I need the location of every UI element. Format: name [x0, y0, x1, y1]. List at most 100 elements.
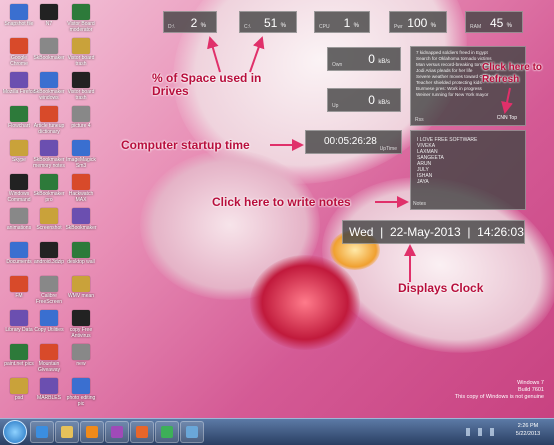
download-unit: kB/s	[378, 59, 390, 65]
rss-item[interactable]: Weiner running for New York mayor	[416, 92, 522, 98]
c-drive-widget: 51 % C:\	[239, 11, 297, 33]
desktop-icon[interactable]: new	[64, 344, 98, 367]
desktop-icon[interactable]: SkBookmaker windows	[32, 72, 66, 101]
desktop-icon[interactable]: desktop wall	[64, 242, 98, 265]
desktop-icon-image	[40, 242, 58, 258]
upload-label: Up	[332, 103, 339, 109]
c-drive-label: C:\	[244, 24, 251, 30]
rss-refresh-button[interactable]: CNN Top	[495, 114, 519, 122]
download-value: 0	[368, 52, 375, 66]
desktop-icon-image	[40, 276, 58, 292]
desktop-icon[interactable]: Vistor board trash	[64, 72, 98, 101]
desktop-icon[interactable]: Skype	[2, 140, 36, 163]
desktop-icon-label: Vistor board trash	[67, 89, 95, 101]
annotation-clock: Displays Clock	[398, 281, 484, 295]
taskbar-app[interactable]	[105, 421, 129, 443]
desktop-icon[interactable]: Documents	[2, 242, 36, 265]
taskbar-media[interactable]	[80, 421, 104, 443]
taskbar-explorer[interactable]	[55, 421, 79, 443]
desktop-icon[interactable]: Article tuneup dictionary	[32, 106, 66, 135]
desktop-icon[interactable]: paint.net pics	[2, 344, 36, 367]
taskbar-firefox[interactable]	[130, 421, 154, 443]
cpu-widget: 1 % CPU	[314, 11, 370, 33]
window-icon	[186, 426, 198, 438]
c-drive-unit: %	[280, 23, 286, 29]
desktop-icon-image	[72, 310, 90, 326]
watermark-line1: Windows 7	[517, 380, 544, 386]
desktop-icon-image	[10, 344, 28, 360]
desktop-icon[interactable]: Snapshot file	[2, 4, 36, 27]
taskbar-chrome[interactable]	[155, 421, 179, 443]
desktop-icon[interactable]: ImageMagick Sm3	[64, 140, 98, 169]
desktop-icon[interactable]: Copy Utilities	[32, 310, 66, 333]
tray-date: 5/22/2013	[515, 431, 541, 437]
desktop-icon[interactable]: Hackwatch MAX	[64, 174, 98, 203]
desktop-icon-image	[10, 242, 28, 258]
ram-value: 45	[489, 16, 504, 30]
desktop-icon-image	[10, 72, 28, 88]
desktop-icon-label: android.3dzip	[33, 259, 65, 265]
desktop-icon[interactable]: Windows Command	[2, 174, 36, 203]
desktop: Snapshot file N7 Vistor Board moderator Goo…	[0, 0, 554, 444]
desktop-icon-label: SkBookmaker memory notes	[33, 157, 65, 169]
desktop-icon[interactable]: WMV mean	[64, 276, 98, 299]
tray-icons[interactable]	[466, 428, 506, 436]
desktop-icon-label: Hackwatch MAX	[68, 191, 94, 203]
clock-separator: |	[376, 225, 387, 239]
notes-line: JAYA	[417, 179, 429, 185]
desktop-icon[interactable]: Flowchart	[2, 106, 36, 129]
desktop-icon-label: Snapshot file	[4, 21, 34, 27]
desktop-icon-label: Skype	[12, 157, 26, 163]
desktop-icon-label: WMV mean	[67, 293, 95, 299]
desktop-icon-label: animations	[6, 225, 32, 231]
desktop-icon-image	[10, 310, 28, 326]
desktop-icon-image	[40, 208, 58, 224]
desktop-icon-image	[10, 276, 28, 292]
desktop-icon[interactable]: Vistor board trash	[64, 38, 98, 67]
desktop-icon[interactable]: SkBookmaker pro	[32, 174, 66, 203]
desktop-icon-image	[10, 106, 28, 122]
chrome-icon	[161, 426, 173, 438]
firefox-icon	[136, 426, 148, 438]
desktop-icon[interactable]: Library Data	[2, 310, 36, 333]
desktop-icon[interactable]: Screenshot	[32, 208, 66, 231]
desktop-icon[interactable]: animations	[2, 208, 36, 231]
desktop-icon-label: SkBookmaker pro	[33, 191, 65, 203]
desktop-icon[interactable]: Vistor Board moderator	[64, 4, 98, 33]
desktop-icon[interactable]: N7	[32, 4, 66, 27]
desktop-icon[interactable]: copy Free Antivirus	[64, 310, 98, 339]
desktop-icon[interactable]: SkBookmaker	[32, 38, 66, 61]
clock-day: Wed	[349, 225, 374, 239]
desktop-icon[interactable]: SkBookmaker	[64, 208, 98, 231]
taskbar-ie[interactable]	[30, 421, 54, 443]
cpu-unit: %	[353, 23, 359, 29]
desktop-icon-label: Library Data	[5, 327, 33, 333]
desktop-icon[interactable]: photo editing pic	[64, 378, 98, 407]
desktop-icon-label: Calibre FreeScreen	[35, 293, 63, 305]
desktop-icon[interactable]: android.3dzip	[32, 242, 66, 265]
desktop-icon[interactable]: Mountain Giveaway	[32, 344, 66, 373]
desktop-icon[interactable]: picture 4	[64, 106, 98, 129]
tray-clock[interactable]: 2:26 PM 5/22/2013	[510, 422, 546, 438]
notes-text[interactable]: I LOVE FREE SOFTWARE VIVEKA LAXMAN SANGEETA…	[417, 137, 521, 185]
download-label: Own	[332, 62, 343, 68]
start-button[interactable]	[3, 420, 27, 444]
desktop-icon[interactable]: SkBookmaker memory notes	[32, 140, 66, 169]
d-drive-label: D:\	[168, 24, 175, 30]
desktop-icon[interactable]: Google Chrome	[2, 38, 36, 67]
desktop-icon[interactable]: psd	[2, 378, 36, 401]
desktop-icon[interactable]: Mozilla Firefox	[2, 72, 36, 95]
desktop-icon[interactable]: MARBLES	[32, 378, 66, 401]
desktop-icon-image	[40, 140, 58, 156]
desktop-icon[interactable]: FM	[2, 276, 36, 299]
desktop-icon-image	[40, 174, 58, 190]
upload-value: 0	[368, 93, 375, 107]
desktop-icon-image	[40, 344, 58, 360]
upload-unit: kB/s	[378, 100, 390, 106]
desktop-icon[interactable]: Calibre FreeScreen	[32, 276, 66, 305]
rss-widget: 7 kidnapped soldiers freed in Egypt Searc…	[410, 46, 526, 126]
notes-widget[interactable]: I LOVE FREE SOFTWARE VIVEKA LAXMAN SANGEETA…	[410, 130, 526, 210]
taskbar-app2[interactable]	[180, 421, 204, 443]
desktop-icon-image	[72, 140, 90, 156]
rss-label: Rss	[415, 117, 424, 123]
